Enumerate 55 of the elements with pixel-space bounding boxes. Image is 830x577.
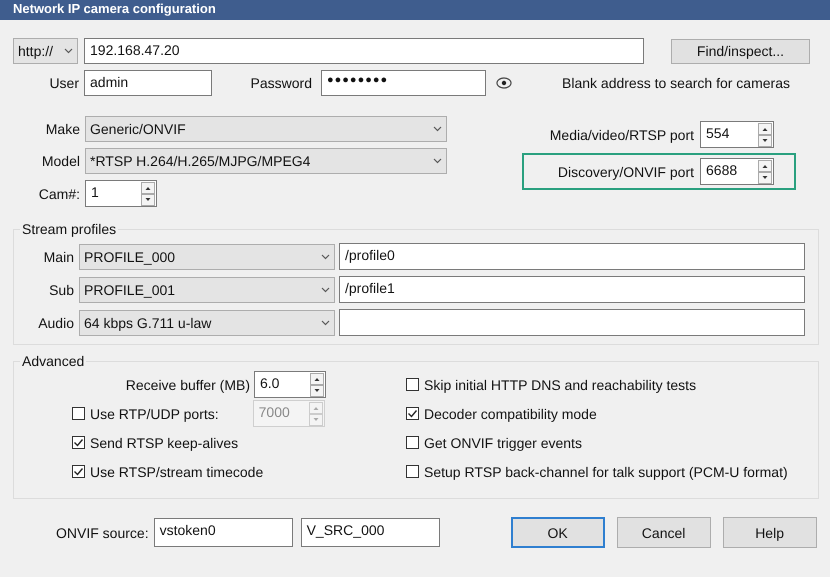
checkbox[interactable] — [406, 407, 419, 420]
onvif-source-field[interactable]: vstoken0 — [154, 518, 293, 547]
checkbox[interactable] — [406, 465, 419, 478]
profile-label: Audio — [37, 314, 74, 330]
profile-dropdown[interactable]: PROFILE_000 — [79, 244, 335, 270]
chevron-down-icon — [321, 254, 330, 260]
make-dropdown[interactable]: Generic/ONVIF — [85, 116, 447, 142]
user-label: User — [48, 75, 79, 91]
profile-dropdown[interactable]: PROFILE_001 — [79, 276, 335, 302]
receive-buffer-label: Receive buffer (MB) — [124, 376, 250, 392]
cam-number-label: Cam#: — [38, 186, 80, 202]
password-label: Password — [250, 75, 312, 91]
onvif-source-field[interactable]: V_SRC_000 — [300, 518, 440, 547]
hint-text: Blank address to search for cameras — [562, 75, 790, 91]
port-label: Media/video/RTSP port — [550, 126, 694, 142]
find-inspect-button[interactable]: Find/inspect... — [671, 38, 810, 64]
group-title: Advanced — [21, 353, 86, 369]
option-label: Skip initial HTTP DNS and reachability tests — [424, 376, 696, 392]
checkbox[interactable] — [72, 407, 85, 420]
option-label: Setup RTSP back-channel for talk support (PCM-U format) — [424, 464, 788, 480]
checkbox[interactable] — [72, 436, 85, 449]
option-label: Send RTSP keep-alives — [90, 434, 238, 450]
profile-dropdown[interactable]: 64 kbps G.711 u-law — [79, 310, 335, 336]
option-label: Get ONVIF trigger events — [424, 434, 582, 450]
address-field[interactable]: 192.168.47.20 — [84, 38, 644, 64]
checkbox[interactable] — [72, 465, 85, 478]
password-field[interactable]: ●●●●●●●● — [321, 70, 486, 96]
dialog-button[interactable]: OK — [510, 517, 605, 548]
chevron-down-icon — [321, 320, 330, 326]
onvif-source-label: ONVIF source: — [56, 524, 149, 540]
chevron-down-icon — [433, 126, 442, 132]
option-label: Decoder compatibility mode — [424, 406, 597, 422]
checkbox[interactable] — [406, 378, 419, 391]
path-field[interactable]: /profile0 — [339, 243, 805, 270]
profile-label: Sub — [48, 282, 74, 298]
group-title: Stream profiles — [21, 221, 118, 237]
profile-label: Main — [42, 248, 74, 264]
eye-icon[interactable] — [496, 77, 512, 89]
dialog-button[interactable]: Cancel — [616, 517, 711, 548]
chevron-down-icon — [64, 48, 73, 54]
protocol-dropdown[interactable]: http:// — [13, 38, 78, 64]
option-label: Use RTSP/stream timecode — [90, 464, 264, 480]
chevron-down-icon — [321, 286, 330, 292]
model-label: Model — [40, 153, 80, 169]
model-dropdown[interactable]: *RTSP H.264/H.265/MJPG/MPEG4 — [85, 148, 447, 174]
make-label: Make — [44, 121, 80, 137]
path-field[interactable]: /profile1 — [339, 276, 805, 303]
chevron-down-icon — [433, 158, 442, 164]
path-field[interactable] — [339, 309, 805, 336]
checkbox[interactable] — [406, 436, 419, 449]
option-label: Use RTP/UDP ports: — [90, 406, 219, 422]
user-field[interactable]: admin — [84, 70, 212, 96]
window-title: Network IP camera configuration — [13, 1, 216, 16]
dialog-button[interactable]: Help — [722, 517, 817, 548]
port-label: Discovery/ONVIF port — [558, 164, 694, 180]
